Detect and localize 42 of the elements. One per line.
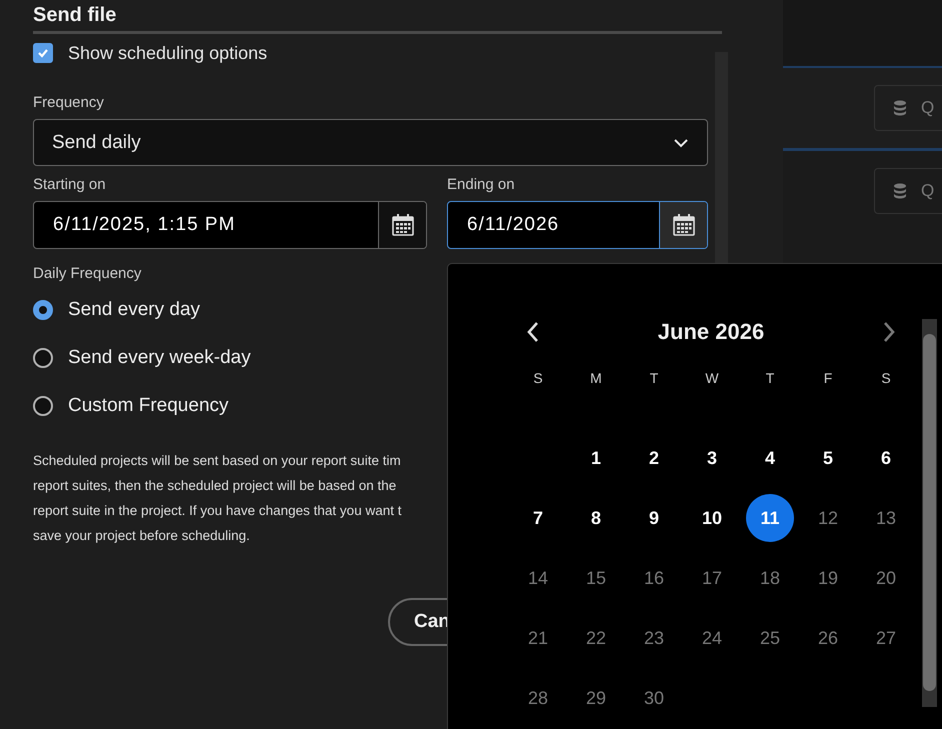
weekday-label: F — [822, 369, 834, 388]
calendar-day[interactable]: 6 — [862, 434, 910, 482]
calendar-day[interactable]: 5 — [804, 434, 852, 482]
data-source-field[interactable]: Q — [874, 168, 942, 214]
scrollbar[interactable] — [922, 319, 937, 707]
data-source-field[interactable]: Q — [874, 85, 942, 131]
weekday-label: S — [532, 369, 544, 388]
weekday-label: T — [648, 369, 660, 388]
weekday-label: S — [880, 369, 892, 388]
radio-button[interactable] — [33, 300, 53, 320]
database-icon — [893, 183, 907, 199]
radio-button[interactable] — [33, 396, 53, 416]
calendar-day[interactable]: 9 — [630, 494, 678, 542]
weekday-label: T — [764, 369, 776, 388]
calendar-day[interactable]: 11 — [746, 494, 794, 542]
database-icon — [893, 100, 907, 116]
calendar-day[interactable]: 8 — [572, 494, 620, 542]
field-label: Starting on — [33, 176, 107, 193]
chevron-down-icon — [673, 138, 689, 148]
checkbox[interactable] — [33, 43, 53, 63]
dialog-title: Send file — [33, 3, 118, 28]
scrollbar-thumb[interactable] — [923, 334, 936, 691]
calendar-day[interactable]: 4 — [746, 434, 794, 482]
calendar-day[interactable]: 7 — [514, 494, 562, 542]
scheduling-note: Scheduled projects will be sent based on your report suite tim report suites, then the scheduled project will be based on the report suite in the project. If you have changes that you want t save your project before scheduling. — [33, 452, 402, 545]
calendar-day[interactable]: 3 — [688, 434, 736, 482]
group-label: Daily Frequency — [33, 265, 142, 282]
calendar-day[interactable]: 1 — [572, 434, 620, 482]
weekday-label: M — [589, 369, 603, 388]
field-label: Frequency — [33, 94, 105, 111]
weekday-label: W — [704, 369, 720, 388]
frequency-dropdown[interactable]: Send daily — [33, 119, 708, 166]
calendar-day[interactable]: 10 — [688, 494, 736, 542]
radio-label: Send every day — [68, 299, 200, 321]
radio-button[interactable] — [33, 348, 53, 368]
checkbox-label: Show scheduling options — [68, 42, 268, 64]
calendar-day[interactable]: 2 — [630, 434, 678, 482]
previous-month-button[interactable] — [526, 321, 540, 343]
radio-label: Custom Frequency — [68, 395, 229, 417]
month-title: June 2026 — [658, 319, 764, 345]
field-label: Ending on — [447, 176, 516, 193]
radio-label: Send every week-day — [68, 347, 251, 369]
